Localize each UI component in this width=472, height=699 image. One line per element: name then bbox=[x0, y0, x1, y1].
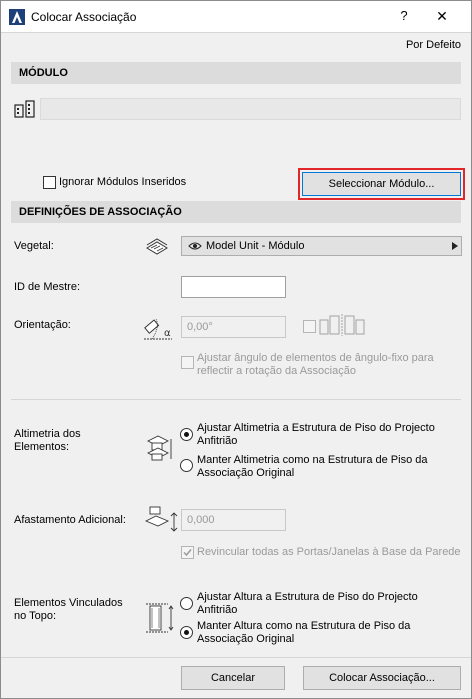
section-header-association: DEFINIÇÕES DE ASSOCIAÇÃO bbox=[11, 201, 461, 223]
module-icon bbox=[14, 99, 36, 119]
vegetal-layer-icon bbox=[145, 236, 169, 256]
dialog-window: Colocar Associação ? ✕ Por Defeito MÓDUL… bbox=[0, 0, 472, 699]
title-bar: Colocar Associação ? ✕ bbox=[1, 1, 471, 32]
vegetal-dropdown-value: Model Unit - Módulo bbox=[206, 240, 305, 252]
svg-text:α: α bbox=[164, 328, 171, 339]
elevation-icon bbox=[146, 433, 174, 463]
elevation-option-1-line-1: Ajustar Altimetria a Estrutura de Piso d… bbox=[197, 422, 435, 434]
relink-checkbox[interactable] bbox=[181, 546, 194, 559]
top-option-2-line-2: Associação Original bbox=[197, 633, 295, 645]
relink-label: Revincular todas as Portas/Janelas à Bas… bbox=[197, 546, 461, 558]
archicad-app-icon bbox=[9, 9, 25, 25]
mirror-icon bbox=[319, 314, 365, 336]
eye-icon bbox=[188, 241, 202, 251]
adjust-angle-label-1: Ajustar ângulo de elementos de ângulo-fi… bbox=[197, 352, 434, 364]
close-button[interactable]: ✕ bbox=[431, 5, 453, 27]
vegetal-label: Vegetal: bbox=[14, 240, 54, 252]
elevation-label-1: Altimetria dos bbox=[14, 428, 81, 440]
ignore-modules-label: Ignorar Módulos Inseridos bbox=[59, 176, 187, 188]
vegetal-dropdown[interactable]: Model Unit - Módulo bbox=[181, 236, 462, 256]
adjust-angle-checkbox[interactable] bbox=[181, 356, 194, 369]
top-option-1-line-2: Anfitrião bbox=[197, 604, 238, 616]
elevation-label-2: Elementos: bbox=[14, 441, 70, 453]
offset-icon bbox=[144, 505, 180, 535]
top-option-keep-radio[interactable] bbox=[180, 626, 193, 639]
divider bbox=[11, 399, 461, 400]
top-option-adjust-radio[interactable] bbox=[180, 597, 193, 610]
place-association-button[interactable]: Colocar Associação... bbox=[303, 666, 461, 690]
title-divider bbox=[1, 32, 471, 33]
elevation-option-2-line-1: Manter Altimetria como na Estrutura de P… bbox=[197, 454, 428, 466]
orientation-angle-icon: α bbox=[142, 313, 176, 343]
default-link[interactable]: Por Defeito bbox=[406, 39, 461, 51]
top-option-1-line-1: Ajustar Altura a Estrutura de Piso do Pr… bbox=[197, 591, 418, 603]
master-id-input[interactable] bbox=[181, 276, 286, 298]
offset-label: Afastamento Adicional: bbox=[14, 514, 126, 526]
arrow-right-icon bbox=[452, 242, 458, 250]
help-button[interactable]: ? bbox=[393, 5, 415, 27]
elevation-option-keep-radio[interactable] bbox=[180, 459, 193, 472]
select-module-button[interactable]: Seleccionar Módulo... bbox=[302, 172, 461, 196]
top-option-2-line-1: Manter Altura como na Estrutura de Piso … bbox=[197, 620, 411, 632]
elevation-option-adjust-radio[interactable] bbox=[180, 428, 193, 441]
adjust-angle-label-2: reflectir a rotação da Associação bbox=[197, 365, 356, 377]
footer-divider bbox=[1, 657, 471, 658]
module-path-display bbox=[40, 98, 461, 120]
offset-input[interactable]: 0,000 bbox=[181, 509, 286, 531]
window-title: Colocar Associação bbox=[31, 10, 137, 24]
cancel-button[interactable]: Cancelar bbox=[181, 666, 285, 690]
orientation-label: Orientação: bbox=[14, 319, 71, 331]
top-linked-label-2: no Topo: bbox=[14, 610, 57, 622]
top-linked-label-1: Elementos Vinculados bbox=[14, 597, 123, 609]
ignore-modules-checkbox[interactable] bbox=[43, 176, 56, 189]
orientation-input[interactable]: 0,00° bbox=[181, 316, 286, 338]
master-id-label: ID de Mestre: bbox=[14, 281, 81, 293]
mirror-checkbox[interactable] bbox=[303, 320, 316, 333]
top-linked-icon bbox=[144, 600, 176, 636]
elevation-option-1-line-2: Anfitrião bbox=[197, 435, 238, 447]
section-header-module: MÓDULO bbox=[11, 62, 461, 84]
elevation-option-2-line-2: Associação Original bbox=[197, 467, 295, 479]
